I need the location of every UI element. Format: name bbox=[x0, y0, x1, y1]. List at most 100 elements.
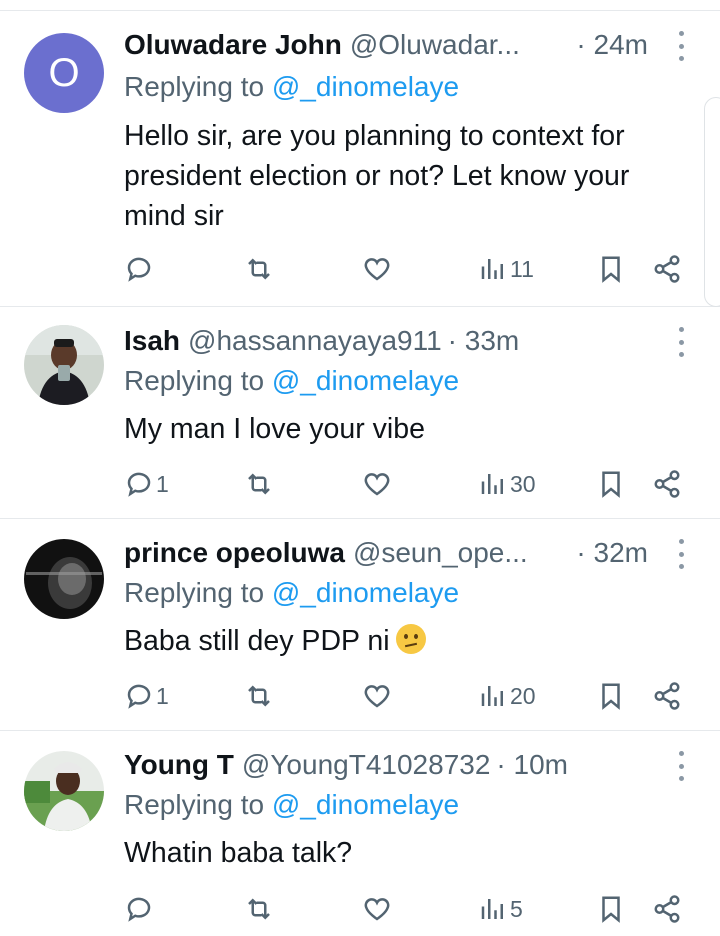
avatar[interactable] bbox=[24, 751, 104, 831]
avatar-photo bbox=[24, 325, 104, 405]
avatar-photo bbox=[24, 751, 104, 831]
author-handle[interactable]: @YoungT41028732 bbox=[242, 749, 491, 781]
more-icon[interactable] bbox=[676, 751, 686, 781]
timestamp[interactable]: · 10m bbox=[496, 749, 568, 781]
reply-icon bbox=[127, 472, 151, 497]
reply-header: Isah @hassannayaya911 · 33m bbox=[124, 321, 519, 361]
repost-button[interactable] bbox=[244, 249, 274, 289]
share-icon bbox=[654, 682, 680, 710]
share-button[interactable] bbox=[652, 464, 682, 504]
share-icon bbox=[654, 255, 680, 283]
more-icon[interactable] bbox=[676, 31, 686, 61]
like-button[interactable] bbox=[362, 889, 392, 929]
text-line: Hello sir, are you planning to context f… bbox=[124, 120, 625, 152]
reply-item[interactable]: prince opeoluwa @seun_ope... · 32m Reply… bbox=[0, 519, 720, 731]
author-name[interactable]: prince opeoluwa bbox=[124, 537, 345, 569]
reply-item[interactable]: Young T @YoungT41028732 · 10m Replying t… bbox=[0, 731, 720, 936]
author-name[interactable]: Oluwadare John bbox=[124, 29, 342, 61]
reply-count: 1 bbox=[156, 470, 169, 497]
views-icon bbox=[481, 259, 503, 279]
repost-button[interactable] bbox=[244, 676, 274, 716]
timestamp[interactable]: · 32m bbox=[576, 533, 648, 573]
bookmark-button[interactable] bbox=[596, 464, 626, 504]
views-button[interactable]: 5 bbox=[478, 889, 523, 929]
views-button[interactable]: 20 bbox=[478, 676, 536, 716]
like-button[interactable] bbox=[362, 464, 392, 504]
reply-button[interactable]: 1 bbox=[124, 676, 169, 716]
reply-header: Oluwadare John @Oluwadar... bbox=[124, 25, 520, 65]
mention-link[interactable]: @_dinomelaye bbox=[272, 365, 459, 396]
share-icon bbox=[654, 470, 680, 498]
repost-button[interactable] bbox=[244, 889, 274, 929]
action-bar: 11 bbox=[0, 249, 720, 289]
avatar-photo bbox=[24, 539, 104, 619]
reply-icon bbox=[127, 257, 151, 282]
author-handle[interactable]: @seun_ope... bbox=[353, 537, 528, 569]
text-line: president election or not? Let know your bbox=[124, 160, 630, 192]
reply-header: prince opeoluwa @seun_ope... bbox=[124, 533, 528, 573]
avatar[interactable] bbox=[24, 325, 104, 405]
reply-item[interactable]: Isah @hassannayaya911 · 33m Replying to … bbox=[0, 307, 720, 519]
like-icon bbox=[364, 473, 390, 496]
replying-prefix: Replying to bbox=[124, 789, 265, 820]
reply-button[interactable]: 1 bbox=[124, 464, 169, 504]
reply-text: Baba still dey PDP ni bbox=[124, 621, 694, 661]
share-button[interactable] bbox=[652, 676, 682, 716]
like-icon bbox=[364, 685, 390, 708]
share-button[interactable] bbox=[652, 249, 682, 289]
text-line: Baba still dey PDP ni bbox=[124, 621, 694, 661]
author-handle[interactable]: @hassannayaya911 bbox=[188, 325, 442, 357]
author-handle[interactable]: @Oluwadar... bbox=[350, 29, 520, 61]
bookmark-button[interactable] bbox=[596, 249, 626, 289]
reply-header: Young T @YoungT41028732 · 10m bbox=[124, 745, 568, 785]
reply-text: Hello sir, are you planning to context f… bbox=[124, 116, 694, 236]
views-button[interactable]: 11 bbox=[478, 249, 534, 289]
text-line: Whatin baba talk? bbox=[124, 837, 353, 869]
action-bar: 5 bbox=[0, 889, 720, 929]
timestamp[interactable]: · 24m bbox=[576, 25, 648, 65]
repost-icon bbox=[248, 473, 270, 495]
text-line: mind sir bbox=[124, 200, 224, 232]
bookmark-button[interactable] bbox=[596, 676, 626, 716]
bookmark-icon bbox=[602, 256, 620, 283]
replying-prefix: Replying to bbox=[124, 365, 265, 396]
replying-to: Replying to @_dinomelaye bbox=[124, 365, 459, 397]
repost-icon bbox=[248, 258, 270, 280]
timestamp[interactable]: · 33m bbox=[448, 325, 520, 357]
views-icon bbox=[481, 474, 503, 494]
replying-to: Replying to @_dinomelaye bbox=[124, 789, 459, 821]
author-name[interactable]: Isah bbox=[124, 325, 180, 357]
replying-prefix: Replying to bbox=[124, 71, 265, 102]
action-bar: 1 30 bbox=[0, 464, 720, 504]
views-icon bbox=[481, 899, 503, 919]
action-bar: 1 20 bbox=[0, 676, 720, 716]
avatar[interactable]: O bbox=[24, 33, 104, 113]
text-line: My man I love your vibe bbox=[124, 413, 425, 445]
reply-button[interactable] bbox=[124, 889, 156, 929]
scroll-handle[interactable] bbox=[704, 97, 720, 307]
reply-button[interactable] bbox=[124, 249, 156, 289]
author-name[interactable]: Young T bbox=[124, 749, 234, 781]
more-icon[interactable] bbox=[676, 327, 686, 357]
like-icon bbox=[364, 898, 390, 921]
repost-icon bbox=[248, 685, 270, 707]
reply-count: 1 bbox=[156, 682, 169, 709]
mention-link[interactable]: @_dinomelaye bbox=[272, 71, 459, 102]
mention-link[interactable]: @_dinomelaye bbox=[272, 789, 459, 820]
bookmark-button[interactable] bbox=[596, 889, 626, 929]
replying-prefix: Replying to bbox=[124, 577, 265, 608]
like-button[interactable] bbox=[362, 249, 392, 289]
more-icon[interactable] bbox=[676, 539, 686, 569]
bookmark-icon bbox=[602, 896, 620, 923]
views-count: 11 bbox=[510, 255, 534, 282]
mention-link[interactable]: @_dinomelaye bbox=[272, 577, 459, 608]
views-button[interactable]: 30 bbox=[478, 464, 536, 504]
share-button[interactable] bbox=[652, 889, 682, 929]
reply-icon bbox=[127, 897, 151, 922]
bookmark-icon bbox=[602, 471, 620, 498]
repost-button[interactable] bbox=[244, 464, 274, 504]
reply-item[interactable]: O Oluwadare John @Oluwadar... · 24m Repl… bbox=[0, 11, 720, 307]
reply-text: Whatin baba talk? bbox=[124, 833, 694, 873]
like-button[interactable] bbox=[362, 676, 392, 716]
avatar[interactable] bbox=[24, 539, 104, 619]
